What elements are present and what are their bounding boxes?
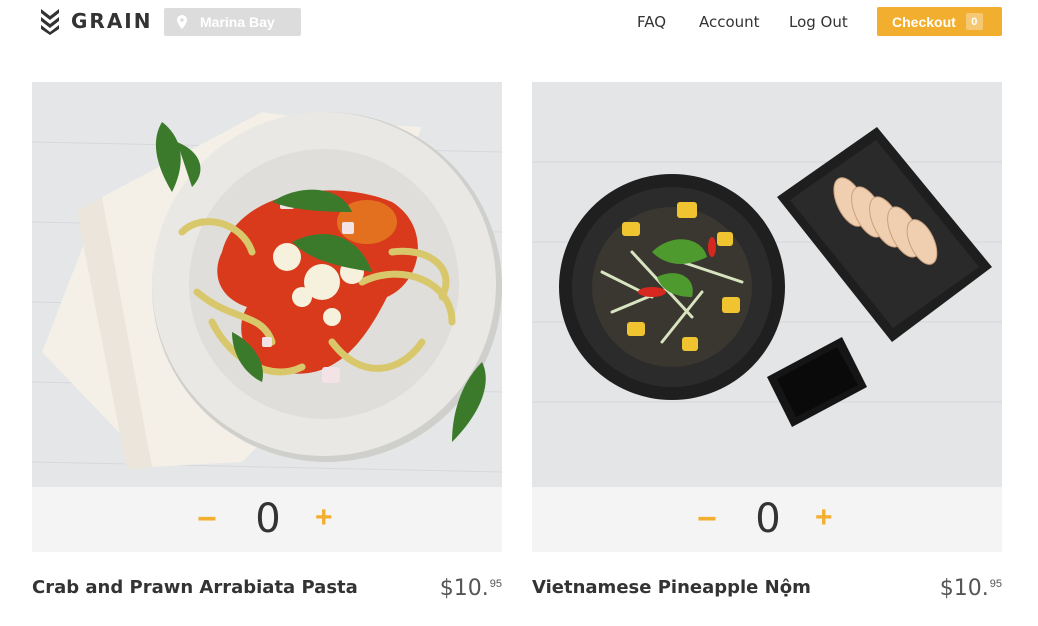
product-name[interactable]: Crab and Prawn Arrabiata Pasta bbox=[32, 577, 358, 598]
product-photo[interactable] bbox=[532, 82, 1002, 487]
quantity-value: 0 bbox=[255, 496, 281, 542]
logo-text: GRAIN bbox=[71, 9, 153, 33]
price-main: $10. bbox=[939, 576, 989, 601]
product-price: $10. 95 bbox=[440, 576, 502, 601]
quantity-stepper: − 0 + bbox=[32, 487, 502, 552]
quantity-value: 0 bbox=[755, 496, 781, 542]
location-selector[interactable]: Marina Bay bbox=[164, 8, 301, 36]
grain-logo-icon bbox=[41, 9, 59, 35]
site-header: GRAIN Marina Bay FAQ Account Log Out Che… bbox=[0, 0, 1038, 44]
product-price: $10. 95 bbox=[940, 576, 1002, 601]
product-name[interactable]: Vietnamese Pineapple Nộm bbox=[532, 577, 811, 598]
increase-quantity-button[interactable]: + bbox=[315, 498, 333, 538]
quantity-stepper: − 0 + bbox=[532, 487, 1002, 552]
logo[interactable]: GRAIN bbox=[39, 7, 152, 35]
nav-account[interactable]: Account bbox=[699, 13, 760, 31]
product-photo[interactable] bbox=[32, 82, 502, 487]
nav-logout[interactable]: Log Out bbox=[789, 13, 848, 31]
price-main: $10. bbox=[439, 576, 489, 601]
cart-count-badge: 0 bbox=[965, 13, 983, 30]
increase-quantity-button[interactable]: + bbox=[815, 498, 833, 538]
product-card: − 0 + Crab and Prawn Arrabiata Pasta $10… bbox=[32, 82, 502, 612]
product-card: − 0 + Vietnamese Pineapple Nộm $10. 95 bbox=[532, 82, 1002, 612]
decrease-quantity-button[interactable]: − bbox=[697, 499, 717, 539]
checkout-label: Checkout bbox=[892, 13, 956, 30]
price-cents: 95 bbox=[989, 578, 1002, 590]
product-info: Crab and Prawn Arrabiata Pasta $10. 95 bbox=[32, 552, 502, 612]
decrease-quantity-button[interactable]: − bbox=[197, 499, 217, 539]
nav-faq[interactable]: FAQ bbox=[637, 13, 666, 31]
salad-dish-image bbox=[532, 82, 1002, 487]
map-pin-icon bbox=[177, 15, 187, 29]
location-label: Marina Bay bbox=[200, 14, 275, 30]
pasta-dish-image bbox=[32, 82, 502, 487]
checkout-button[interactable]: Checkout 0 bbox=[877, 7, 1002, 36]
product-info: Vietnamese Pineapple Nộm $10. 95 bbox=[532, 552, 1002, 612]
price-cents: 95 bbox=[489, 578, 502, 590]
